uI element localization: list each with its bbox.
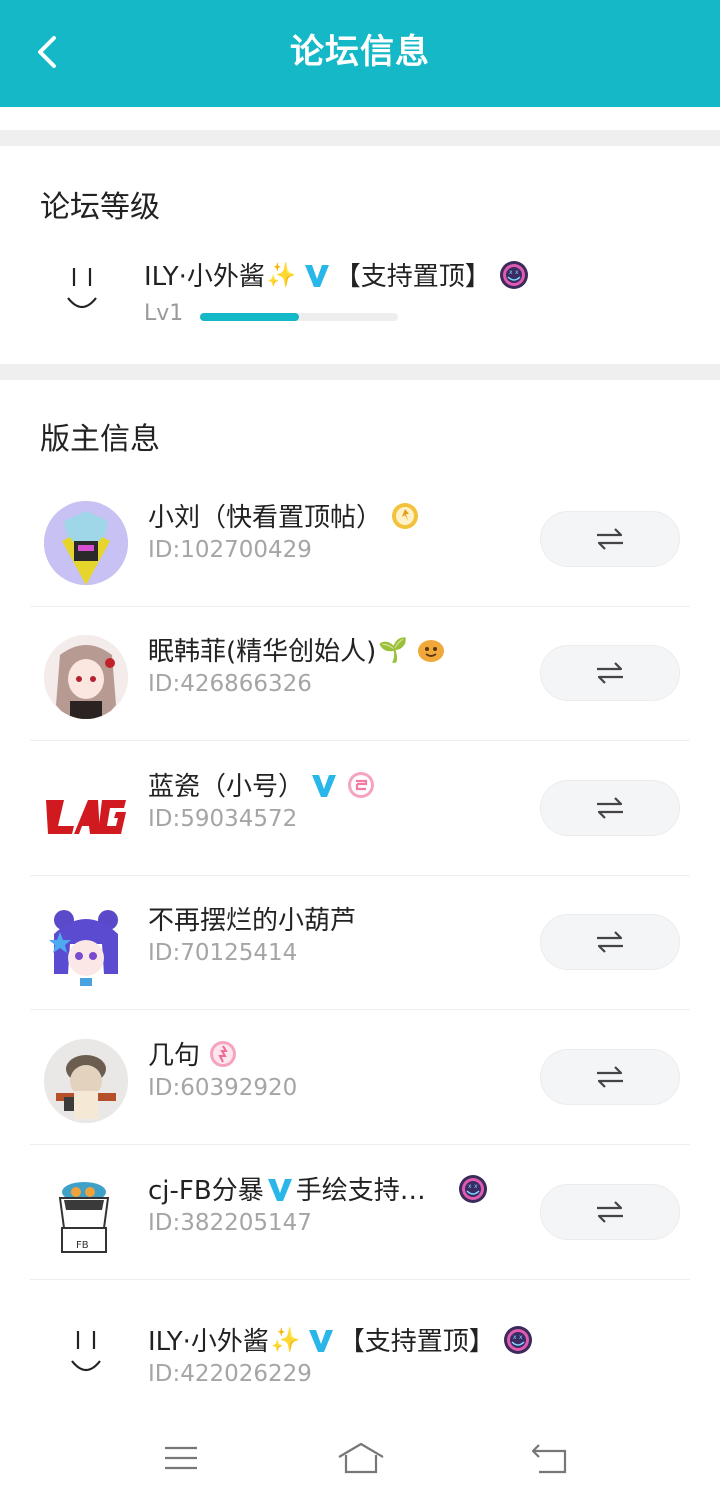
svg-text:x: x xyxy=(474,1183,478,1190)
moderator-name-suffix: 手绘支持… xyxy=(295,1176,426,1206)
user-avatar-face xyxy=(67,268,97,309)
moderator-name-line: 眠韩菲(精华创始人) 🌱 xyxy=(148,631,446,668)
home-icon xyxy=(338,1442,384,1474)
team-logo-image xyxy=(44,770,128,854)
smiley-badge-icon: x x xyxy=(458,1174,487,1203)
pink-badge-icon xyxy=(348,771,375,798)
svg-text:x: x xyxy=(509,269,513,276)
moderator-name: 几句 xyxy=(148,1041,201,1071)
row-divider xyxy=(30,740,690,741)
section-divider xyxy=(0,364,720,380)
sprout-icon: 🌱 xyxy=(378,635,409,664)
moderator-row[interactable]: FB cj-FB分暴 手绘支持… x x ID:382205147 xyxy=(0,1146,720,1280)
row-divider xyxy=(30,1009,690,1010)
sparkle-icon: ✨ xyxy=(266,260,297,289)
v-badge-icon xyxy=(312,774,337,797)
moderator-name: 小刘（快看置顶帖） xyxy=(148,503,383,533)
avatar[interactable] xyxy=(44,770,128,854)
swap-icon xyxy=(597,931,623,953)
level-progress-bar xyxy=(200,313,398,321)
level-section-title: 论坛等级 xyxy=(40,190,160,225)
swap-icon xyxy=(597,1066,623,1088)
avatar[interactable] xyxy=(44,501,128,585)
moderator-id: ID:59034572 xyxy=(148,806,298,832)
swap-button[interactable] xyxy=(540,1049,680,1105)
menu-button[interactable] xyxy=(156,1438,206,1478)
svg-text:x: x xyxy=(513,1334,517,1341)
avatar[interactable]: FB xyxy=(44,1174,128,1258)
v-badge-icon xyxy=(308,1329,333,1352)
level-user-name: ILY·小外酱 xyxy=(144,262,265,292)
moderator-name-line: 小刘（快看置顶帖） xyxy=(148,497,420,534)
moderator-name-line: 蓝瓷（小号） xyxy=(148,766,376,803)
swap-button[interactable] xyxy=(540,645,680,701)
v-badge-icon xyxy=(267,1178,292,1201)
cookie-badge-icon xyxy=(418,639,445,662)
sparkle-icon: ✨ xyxy=(270,1325,301,1354)
svg-text:x: x xyxy=(468,1183,472,1190)
svg-text:x: x xyxy=(519,1334,523,1341)
moderator-name-suffix: 【支持置顶】 xyxy=(338,1327,495,1357)
swap-button[interactable] xyxy=(540,780,680,836)
smiley-badge-icon: x x xyxy=(499,260,528,289)
header-bar: 论坛信息 xyxy=(0,0,720,107)
moderator-row[interactable]: 不再摆烂的小葫芦 ID:70125414 xyxy=(0,876,720,1010)
gold-medal-icon xyxy=(392,502,419,529)
moderator-row[interactable]: 蓝瓷（小号） ID:59034572 xyxy=(0,742,720,876)
swap-button[interactable] xyxy=(540,914,680,970)
v-badge-icon xyxy=(304,264,329,287)
swap-icon xyxy=(597,662,623,684)
moderator-name-line: ILY·小外酱 ✨ 【支持置顶】 x x xyxy=(148,1321,533,1358)
menu-icon xyxy=(165,1446,197,1470)
moderator-row[interactable]: 几句 ID:60392920 xyxy=(0,1011,720,1145)
moderator-name: cj-FB分暴 xyxy=(148,1176,264,1206)
smiley-badge-icon: x x xyxy=(503,1325,532,1354)
page-title: 论坛信息 xyxy=(290,32,430,72)
return-button[interactable] xyxy=(524,1438,574,1478)
mods-section-title: 版主信息 xyxy=(40,422,160,457)
moderator-id: ID:422026229 xyxy=(148,1361,312,1387)
moderator-name: ILY·小外酱 xyxy=(148,1327,269,1357)
pink-badge-icon xyxy=(210,1040,237,1067)
moderator-row[interactable]: 小刘（快看置顶帖） ID:102700429 xyxy=(0,473,720,607)
level-label: Lv1 xyxy=(144,301,184,326)
swap-icon xyxy=(597,797,623,819)
return-icon xyxy=(531,1444,567,1474)
moderator-row[interactable]: ILY·小外酱 ✨ 【支持置顶】 x x ID:422026229 xyxy=(0,1281,720,1415)
section-divider xyxy=(0,130,720,146)
swap-button[interactable] xyxy=(540,511,680,567)
moderator-name-line: cj-FB分暴 手绘支持… x x xyxy=(148,1170,488,1207)
level-progress-fill xyxy=(200,313,299,321)
avatar[interactable] xyxy=(44,1039,128,1123)
moderator-name: 眠韩菲(精华创始人) xyxy=(148,637,377,667)
avatar[interactable] xyxy=(66,1325,106,1381)
avatar[interactable] xyxy=(44,904,128,988)
moderator-name: 不再摆烂的小葫芦 xyxy=(148,906,357,936)
row-divider xyxy=(30,1144,690,1145)
swap-icon xyxy=(597,1201,623,1223)
swap-button[interactable] xyxy=(540,1184,680,1240)
moderator-id: ID:70125414 xyxy=(148,940,298,966)
moderator-row[interactable]: 眠韩菲(精华创始人) 🌱 ID:426866326 xyxy=(0,607,720,741)
moderator-id: ID:426866326 xyxy=(148,671,312,697)
svg-text:FB: FB xyxy=(76,1240,89,1251)
level-user-name-line: ILY·小外酱 ✨ 【支持置顶】 x x xyxy=(144,256,529,293)
moderator-id: ID:60392920 xyxy=(148,1075,298,1101)
level-user-suffix: 【支持置顶】 xyxy=(334,262,491,292)
moderator-name-line: 几句 xyxy=(148,1035,238,1072)
moderator-name: 蓝瓷（小号） xyxy=(148,772,305,802)
avatar[interactable] xyxy=(44,635,128,719)
svg-text:x: x xyxy=(515,269,519,276)
swap-icon xyxy=(597,528,623,550)
moderator-id: ID:382205147 xyxy=(148,1210,312,1236)
system-nav-bar xyxy=(0,1420,720,1499)
row-divider xyxy=(30,1279,690,1280)
moderator-name-line: 不再摆烂的小葫芦 xyxy=(148,900,356,937)
moderator-id: ID:102700429 xyxy=(148,537,312,563)
home-button[interactable] xyxy=(334,1438,388,1478)
